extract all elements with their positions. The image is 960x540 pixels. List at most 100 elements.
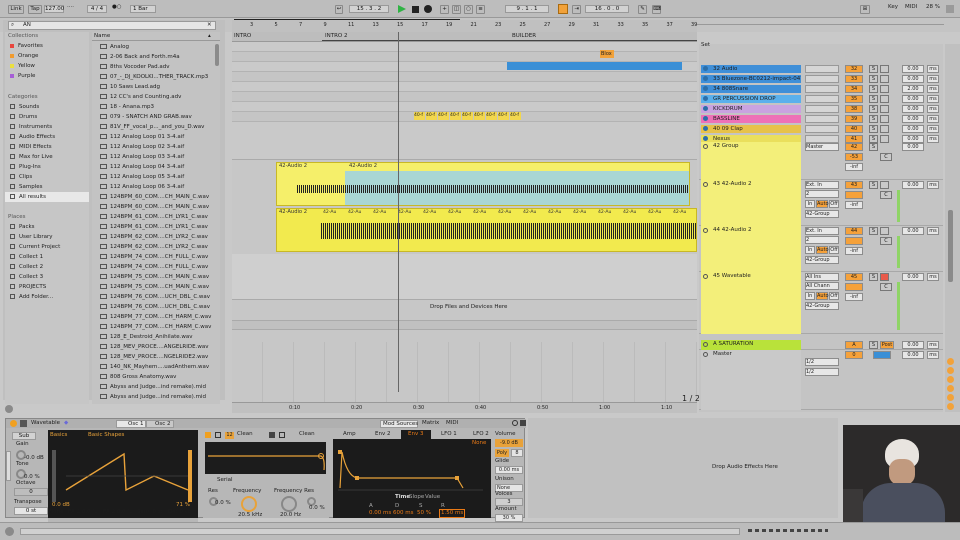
place-item[interactable]: Collect 3	[5, 272, 89, 282]
filter1-slope[interactable]: 12	[225, 432, 234, 439]
osc-gain-slider[interactable]	[52, 450, 56, 502]
locator-builder[interactable]: BUILDER	[512, 33, 536, 40]
solo-button[interactable]: S	[869, 143, 878, 151]
device-save-icon[interactable]	[520, 420, 526, 426]
clip-dot-icon[interactable]	[947, 376, 954, 383]
track-delay-unit[interactable]: ms	[927, 115, 939, 123]
track-volume[interactable]: 0.00	[902, 115, 924, 123]
small-clip[interactable]: 40-f	[426, 112, 437, 120]
track-activator[interactable]: 39	[845, 115, 863, 123]
track-fold-icon[interactable]	[703, 106, 708, 111]
track-delay-unit[interactable]: ms	[927, 227, 939, 235]
small-clip[interactable]: 40-f	[450, 112, 461, 120]
collection-item[interactable]: Orange	[5, 51, 89, 61]
track-activator[interactable]: 44	[845, 227, 863, 235]
computer-keyboard-icon[interactable]: ⌨	[652, 5, 661, 14]
metronome-toggle[interactable]: ●○	[112, 4, 122, 11]
loop-start-field[interactable]: 9 . 1 . 1	[505, 5, 549, 13]
track-title[interactable]: 43 42-Audio 2	[701, 180, 801, 226]
file-list-item[interactable]: 124BPM_77_COM....CH_HARM_C.wav	[92, 312, 214, 322]
track-title[interactable]: Master	[701, 350, 801, 410]
output-routing[interactable]: Master	[805, 143, 839, 151]
detail-toggle-icon[interactable]	[5, 405, 13, 413]
arm-button[interactable]	[880, 75, 889, 83]
filter1-on-icon[interactable]	[205, 432, 211, 438]
time-ruler[interactable]: 0:10 0:20 0:30 0:40 0:50 1:00 1:10	[232, 402, 697, 413]
file-list-item[interactable]: 12 CC's and Counting.adv	[92, 92, 214, 102]
hot-swap-icon[interactable]: ◆	[64, 420, 68, 427]
file-list-item[interactable]: 124BPM_62_COM....CH_LYR2_C.wav	[92, 232, 214, 242]
crossfade-button[interactable]: C	[880, 283, 892, 291]
env-time-mode[interactable]: Time	[395, 494, 410, 501]
track-fold-icon[interactable]	[703, 144, 708, 149]
bar-ruler[interactable]: 3 5 7 9 11 13 15 17 19 21 23 25 27 29 31 33 35 37 39	[232, 20, 697, 32]
solo-button[interactable]: S	[869, 125, 878, 133]
file-list-item[interactable]: 079 - SNATCH AND GRAB.wav	[92, 112, 214, 122]
track-title[interactable]: 40 09 Clap	[701, 125, 801, 133]
clip-dot-icon[interactable]	[947, 394, 954, 401]
solo-button[interactable]: S	[869, 85, 878, 93]
monitor-off[interactable]: Off	[829, 200, 839, 208]
output-routing[interactable]: 42-Group	[805, 302, 839, 310]
track-fold-icon[interactable]	[703, 342, 708, 347]
attack-value[interactable]: 0.00 ms	[369, 510, 391, 517]
file-list-item[interactable]: 124BPM_76_COM....UCH_DBL_C.wav	[92, 292, 214, 302]
track-title[interactable]: 42 Group	[701, 142, 801, 180]
search-input[interactable]: AN ⌕ ✕	[8, 21, 216, 30]
track-fold-icon[interactable]	[703, 352, 708, 357]
track-fold-icon[interactable]	[703, 126, 708, 131]
monitor-in[interactable]: In	[805, 246, 815, 254]
track-fold-icon[interactable]	[703, 274, 708, 279]
file-list-item[interactable]: 81V_FF_vocal_p..._and_you_D.wav	[92, 122, 214, 132]
audio-clip[interactable]: 42-Audio 2 42-Audio 2	[276, 162, 690, 206]
track-activator[interactable]: 33	[845, 75, 863, 83]
collection-item[interactable]: Favorites	[5, 41, 89, 51]
file-list-item[interactable]: 10 Saws Lead.adg	[92, 82, 214, 92]
track-title[interactable]: 45 Wavetable	[701, 272, 801, 334]
capture-icon[interactable]: ≡	[476, 5, 485, 14]
file-list-item[interactable]: 128_MEV_PROCE....ANGELRIDE.wav	[92, 342, 214, 352]
tap-button[interactable]: Tap	[28, 5, 42, 14]
place-item[interactable]: Collect 2	[5, 262, 89, 272]
track-volume[interactable]: 0.00	[902, 65, 924, 73]
crossfade-button[interactable]: C	[880, 237, 892, 245]
solo-button[interactable]: S	[869, 273, 878, 281]
file-list-scrollbar[interactable]	[215, 44, 219, 66]
clip-slot[interactable]	[805, 105, 839, 113]
track-activator[interactable]: 38	[845, 105, 863, 113]
return-lane[interactable]	[232, 320, 697, 330]
poly-toggle[interactable]: Poly	[495, 449, 509, 457]
crossfader[interactable]	[873, 351, 891, 359]
decay-value[interactable]: 600 ms	[393, 510, 413, 517]
frequency-knob[interactable]	[241, 496, 257, 512]
arm-button[interactable]	[880, 115, 889, 123]
master-activator[interactable]: 0	[845, 351, 863, 359]
tab-env-2[interactable]: Env 2	[375, 431, 390, 438]
track-lane[interactable]	[232, 82, 697, 92]
input-channel[interactable]: 2	[805, 236, 839, 244]
clip-slot[interactable]	[805, 95, 839, 103]
file-list-item[interactable]: 808 Gross Anatomy.wav	[92, 372, 214, 382]
monitor-off[interactable]: Off	[829, 246, 839, 254]
file-list-item[interactable]: 124BPM_74_COM....CH_FULL_C.wav	[92, 262, 214, 272]
link-button[interactable]: Link	[8, 5, 24, 14]
track-delay-unit[interactable]: ms	[927, 125, 939, 133]
filter2-circuit[interactable]: Clean	[299, 431, 315, 438]
key-map-icon[interactable]: ⊞	[860, 5, 870, 14]
file-list-item[interactable]: 128_MEV_PROCE....NGELRIDE2.wav	[92, 352, 214, 362]
file-list-item[interactable]: 124BPM_60_COM....CH_MAIN_C.wav	[92, 202, 214, 212]
punch-in-icon[interactable]: ⇥	[572, 5, 581, 14]
tab-env-3[interactable]: Env 3	[401, 430, 431, 439]
small-clip[interactable]: 40-f	[438, 112, 449, 120]
track-volume[interactable]: 0.00	[902, 143, 924, 151]
master-volume[interactable]: 0.00	[902, 351, 924, 359]
input-type[interactable]: Ext. In	[805, 181, 839, 189]
monitor-auto[interactable]: Auto	[816, 200, 829, 208]
wavetable-position-slider[interactable]	[188, 450, 192, 502]
collection-item[interactable]: Yellow	[5, 61, 89, 71]
category-item[interactable]: MIDI Effects	[5, 142, 89, 152]
release-value[interactable]: 1.50 ms	[439, 509, 466, 518]
monitor-auto[interactable]: Auto	[816, 246, 829, 254]
osc-fx2[interactable]: FX 2 0.0 %	[103, 509, 133, 516]
track-fold-icon[interactable]	[703, 228, 708, 233]
